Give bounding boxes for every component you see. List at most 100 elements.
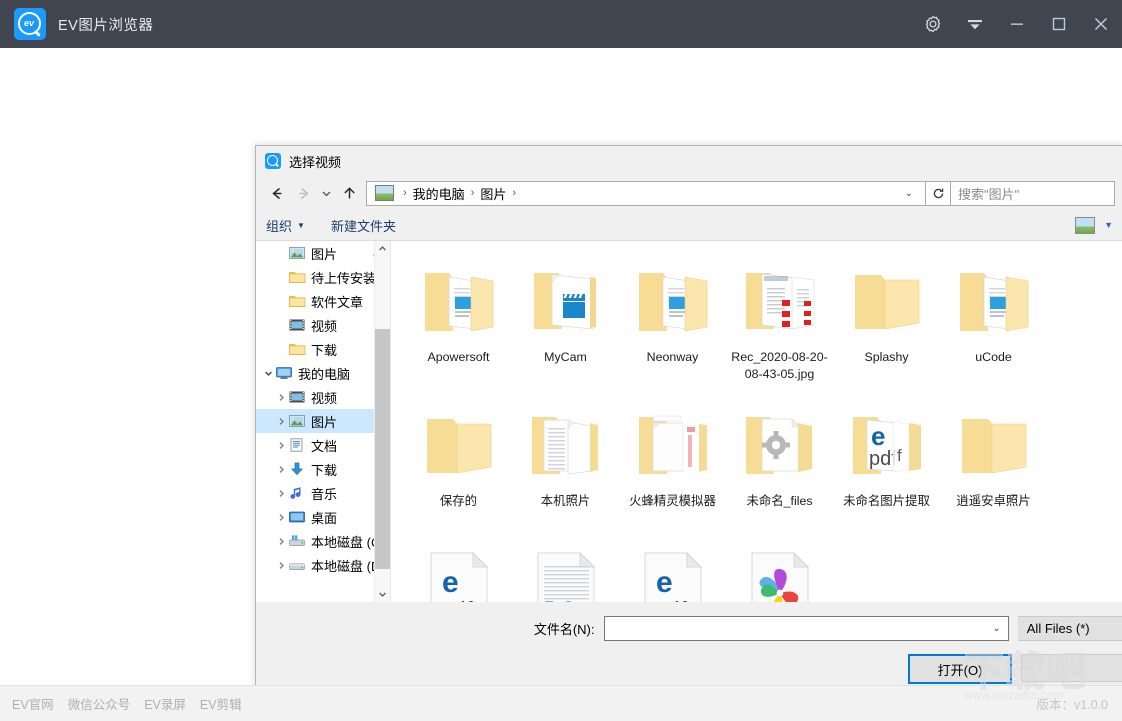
chevron-right-icon[interactable] [275,465,288,474]
status-link-recorder[interactable]: EV录屏 [144,694,186,713]
nav-tree-item[interactable]: 软件文章 [256,289,390,313]
recent-locations-button[interactable] [316,180,336,206]
chevron-down-icon[interactable] [262,369,275,378]
navigation-scrollbar[interactable] [374,241,390,602]
file-item[interactable]: 保存的 [405,399,512,543]
chevron-right-icon[interactable] [275,417,288,426]
open-button[interactable]: 打开(O) [908,654,1012,684]
file-thumbnail: e pdf f [843,403,931,487]
chevron-right-icon[interactable] [275,441,288,450]
cancel-button[interactable] [1021,654,1122,682]
nav-tree-item[interactable]: 本地磁盘 (D:) [256,553,390,577]
gear-icon [925,15,941,33]
file-item[interactable]: DOPDF压缩_new.do [512,543,619,602]
nav-tree-item[interactable]: 本地磁盘 (C:) [256,529,390,553]
nav-tree-item[interactable]: 待上传安装包 [256,265,390,289]
file-label: Apowersoft [427,350,490,364]
chevron-right-icon[interactable] [275,561,288,570]
close-button[interactable] [1080,0,1122,48]
scroll-down-button[interactable] [375,587,390,602]
chevron-right-icon[interactable] [275,513,288,522]
chevron-down-icon [968,20,982,30]
file-item[interactable]: Apowersoft [405,255,512,399]
app-title: EV图片浏览器 [58,17,154,34]
file-item[interactable]: uCode [940,255,1047,399]
nav-tree-item[interactable]: 下载 [256,337,390,361]
chevron-down-icon[interactable]: ⌄ [992,623,1003,634]
nav-tree-item[interactable]: 视频 [256,313,390,337]
maximize-button[interactable] [1038,0,1080,48]
organize-button[interactable]: 组织 ▼ [266,216,305,235]
back-button[interactable] [264,180,290,206]
file-item[interactable]: e pdf f 未命名图片提取 [833,399,940,543]
forward-button[interactable] [290,180,316,206]
nav-tree-item[interactable]: 文档 [256,433,390,457]
search-input[interactable]: 搜索"图片" [951,180,1115,206]
file-list-pane[interactable]: Apowersoft MyCam Neonway Rec_2020-08-20-08-… [391,241,1122,602]
file-item[interactable]: Splashy [833,255,940,399]
status-link-website[interactable]: EV官网 [12,694,54,713]
file-item[interactable]: 火蜂精灵模拟器 [619,399,726,543]
chevron-down-icon[interactable]: ▼ [1104,220,1113,230]
scrollbar-thumb[interactable] [375,329,390,569]
computer-icon [276,367,292,379]
status-link-editor[interactable]: EV剪辑 [200,694,242,713]
settings-button[interactable] [912,0,954,48]
new-folder-label: 新建文件夹 [330,218,396,234]
app-window: ev EV图片浏览器 选择视频 › 我的电脑 › 图片 › ⌄ 搜索"图片" 组… [0,0,1122,721]
chevron-right-icon[interactable] [275,393,288,402]
up-button[interactable] [336,180,362,206]
arrow-up-icon [343,186,355,198]
pdf-file-icon: epdf [430,552,488,602]
nav-tree-item-label: 我的电脑 [298,366,351,382]
file-item[interactable] [726,543,833,602]
file-label: 本机照片 [540,494,591,508]
nav-tree-item[interactable]: 图片 [256,241,390,265]
chevron-down-icon [322,191,330,196]
file-thumbnail [522,259,610,343]
refresh-button[interactable] [926,180,951,206]
status-link-wechat[interactable]: 微信公众号 [68,694,131,713]
breadcrumb[interactable]: › 我的电脑 › 图片 › ⌄ [366,180,926,206]
scroll-up-button[interactable] [375,241,390,256]
nav-tree-item[interactable]: 图片 [256,409,390,433]
file-item[interactable]: 本机照片 [512,399,619,543]
file-item[interactable]: epdf [619,543,726,602]
filename-input[interactable]: ⌄ [604,616,1009,641]
file-type-filter[interactable]: All Files (*) [1017,616,1122,641]
folder-empty [854,275,919,330]
nav-tree-item[interactable]: 音乐 [256,481,390,505]
folder-with-doc-blue [959,273,1028,332]
breadcrumb-item-1[interactable]: 图片 [480,184,506,203]
minimize-button[interactable] [996,0,1038,48]
nav-tree-item[interactable]: 视频 [256,385,390,409]
arrow-left-icon [271,187,281,199]
chevron-right-icon[interactable] [275,537,288,546]
breadcrumb-dropdown-icon[interactable]: ⌄ [897,188,921,199]
file-item[interactable]: epdfPDF压缩_未命.pdf [405,543,512,602]
nav-tree-item-label: 下载 [311,342,338,358]
folder-with-video-doc [533,273,596,330]
new-folder-button[interactable]: 新建文件夹 [331,216,396,235]
file-item[interactable]: 逍遥安卓照片 [940,399,1047,543]
file-item[interactable]: MyCam [512,255,619,399]
file-item[interactable]: Rec_2020-08-20-08-43-05.jpg [726,255,833,399]
nav-tree-item[interactable]: 我的电脑 [256,361,390,385]
dialog-app-icon [265,153,281,169]
breadcrumb-item-0[interactable]: 我的电脑 [413,184,465,203]
file-thumbnail [843,259,931,343]
nav-tree-item[interactable]: 桌面 [256,505,390,529]
view-layout-icon[interactable] [1075,216,1096,234]
svg-text:e: e [871,421,885,451]
nav-tree-item[interactable]: 下载 [256,457,390,481]
maximize-icon [1052,17,1066,31]
folder-icon [289,344,306,355]
dialog-title: 选择视频 [289,154,342,170]
menu-button[interactable] [954,0,996,48]
app-statusbar: EV官网 微信公众号 EV录屏 EV剪辑 版本：v1.0.0 [0,685,1122,721]
file-item[interactable]: Neonway [619,255,726,399]
dialog-buttons-row: 打开(O) [256,654,1122,684]
file-item[interactable]: 未命名_files [726,399,833,543]
nav-tree-item-label: 图片 [311,414,338,430]
chevron-right-icon[interactable] [275,489,288,498]
